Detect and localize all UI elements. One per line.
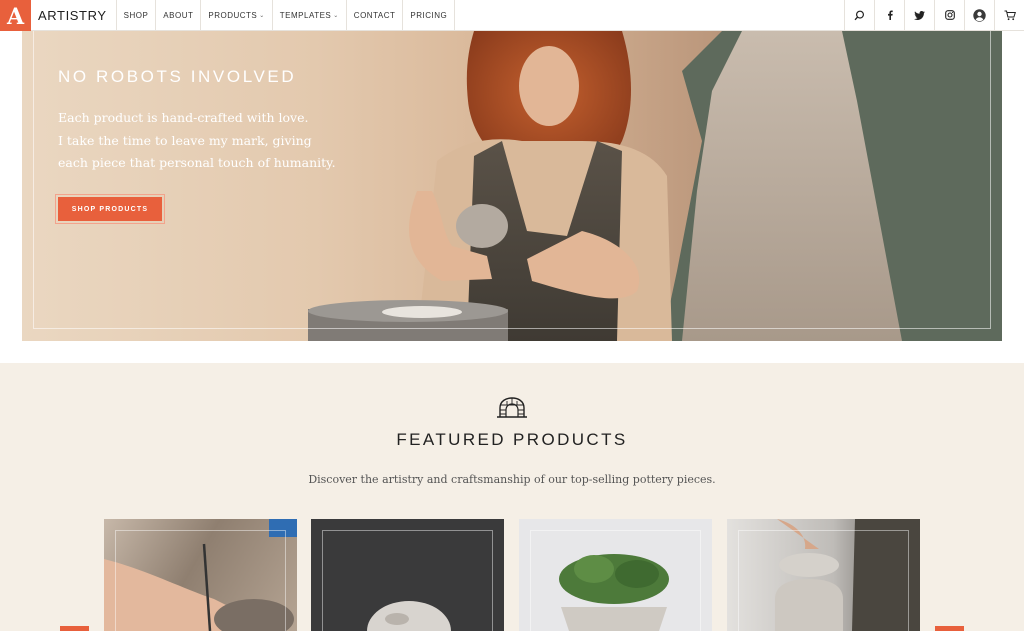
- nav-pricing[interactable]: PRICING: [403, 0, 456, 30]
- chevron-down-icon: ⌄: [259, 12, 265, 19]
- carousel-next-button[interactable]: [935, 626, 964, 631]
- featured-products-section: FEATURED PRODUCTS Discover the artistry …: [0, 363, 1024, 631]
- hero-banner: NO ROBOTS INVOLVED Each product is hand-…: [22, 31, 1002, 341]
- twitter-icon[interactable]: [904, 0, 934, 30]
- account-icon[interactable]: [964, 0, 994, 30]
- nav-shop[interactable]: SHOP: [117, 0, 157, 30]
- product-card[interactable]: [519, 519, 712, 631]
- nav-templates[interactable]: TEMPLATES ⌄: [273, 0, 347, 30]
- card-frame: [738, 530, 909, 631]
- instagram-icon[interactable]: [934, 0, 964, 30]
- card-frame: [530, 530, 701, 631]
- nav-products[interactable]: PRODUCTS ⌄: [201, 0, 273, 30]
- hero-copy-line: each piece that personal touch of humani…: [58, 155, 336, 170]
- product-card[interactable]: [311, 519, 504, 631]
- logo-icon[interactable]: A: [0, 0, 31, 31]
- product-card[interactable]: [104, 519, 297, 631]
- product-card[interactable]: [727, 519, 920, 631]
- search-icon[interactable]: [844, 0, 874, 30]
- carousel-prev-button[interactable]: [60, 626, 89, 631]
- nav-contact[interactable]: CONTACT: [347, 0, 404, 30]
- section-title: FEATURED PRODUCTS: [396, 430, 628, 449]
- cart-icon[interactable]: [994, 0, 1024, 30]
- hero-copy-line: Each product is hand-crafted with love.: [58, 110, 309, 125]
- brand-name[interactable]: ARTISTRY: [31, 0, 117, 30]
- chevron-down-icon: ⌄: [333, 12, 339, 19]
- card-frame: [115, 530, 286, 631]
- shop-products-button[interactable]: SHOP PRODUCTS: [55, 194, 165, 224]
- card-frame: [322, 530, 493, 631]
- hero-copy-line: I take the time to leave my mark, giving: [58, 132, 312, 148]
- hero-title: NO ROBOTS INVOLVED: [58, 67, 297, 86]
- top-navigation: A ARTISTRY SHOP ABOUT PRODUCTS ⌄ TEMPLATE…: [0, 0, 1024, 31]
- kiln-icon: [497, 397, 527, 418]
- nav-about[interactable]: ABOUT: [156, 0, 202, 30]
- hero-copy: Each product is hand-crafted with love. …: [58, 107, 378, 175]
- facebook-icon[interactable]: [874, 0, 904, 30]
- section-subtitle: Discover the artistry and craftsmanship …: [308, 473, 716, 486]
